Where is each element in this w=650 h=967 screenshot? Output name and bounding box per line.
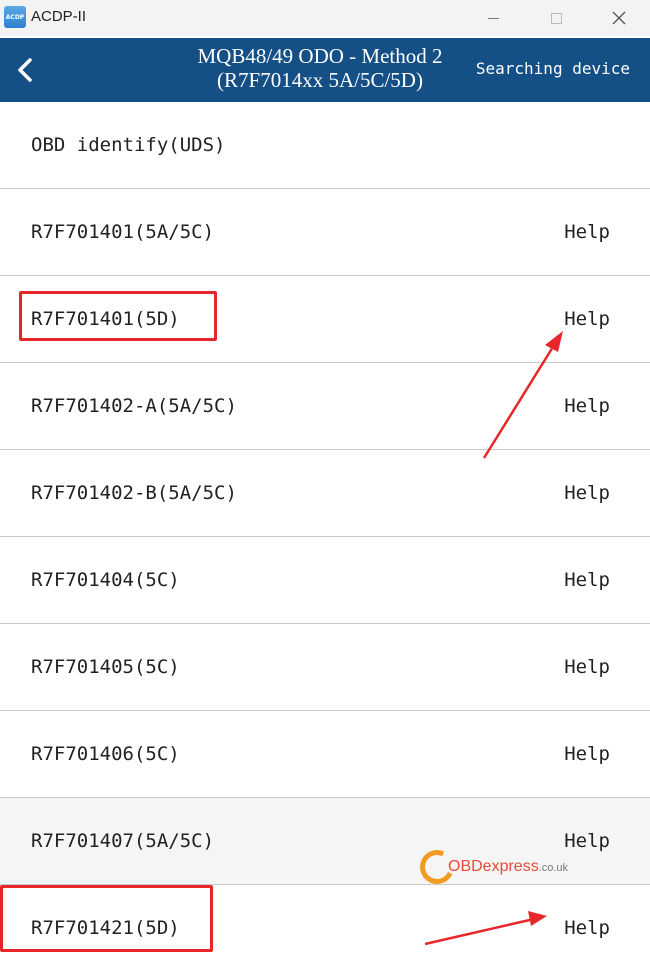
list-item-label: R7F701402-B(5A/5C) [31,482,237,504]
list-item-label: R7F701404(5C) [31,569,180,591]
window-title: ACDP-II [31,8,87,25]
list-item-label: OBD identify(UDS) [31,134,226,156]
page-title: MQB48/49 ODO - Method 2 (R7F7014xx 5A/5C… [150,44,490,92]
list-item[interactable]: R7F701402-A(5A/5C) Help [0,363,650,450]
list-item[interactable]: R7F701401(5D) Help [0,276,650,363]
page-title-line1: MQB48/49 ODO - Method 2 [197,44,443,68]
chevron-left-icon [18,58,32,82]
watermark-brand: OBDexpress [448,858,539,875]
help-link[interactable]: Help [564,656,610,678]
watermark-text: OBDexpress.co.uk [448,858,568,876]
minimize-icon [487,17,499,19]
list-item[interactable]: R7F701421(5D) Help [0,885,650,967]
app-header: MQB48/49 ODO - Method 2 (R7F7014xx 5A/5C… [0,38,650,102]
list-item-label: R7F701407(5A/5C) [31,830,215,852]
close-icon [612,11,626,25]
maximize-icon [550,12,562,24]
list-item[interactable]: OBD identify(UDS) [0,102,650,189]
help-link[interactable]: Help [564,482,610,504]
module-list: OBD identify(UDS) R7F701401(5A/5C) Help … [0,102,650,967]
app-logo-text: ACDP [5,13,25,21]
list-item[interactable]: R7F701405(5C) Help [0,624,650,711]
list-item-label: R7F701402-A(5A/5C) [31,395,237,417]
back-button[interactable] [10,52,40,88]
help-link[interactable]: Help [564,395,610,417]
help-link[interactable]: Help [564,917,610,939]
list-item-label: R7F701406(5C) [31,743,180,765]
help-link[interactable]: Help [564,743,610,765]
help-link[interactable]: Help [564,308,610,330]
watermark: OBDexpress.co.uk [415,845,590,889]
page-title-line2: (R7F7014xx 5A/5C/5D) [217,68,423,92]
list-item[interactable]: R7F701404(5C) Help [0,537,650,624]
list-item[interactable]: R7F701401(5A/5C) Help [0,189,650,276]
list-item[interactable]: R7F701402-B(5A/5C) Help [0,450,650,537]
window-titlebar: ACDP ACDP-II [0,0,650,36]
list-item[interactable]: R7F701406(5C) Help [0,711,650,798]
app-logo-icon: ACDP [4,6,26,28]
list-item-label: R7F701401(5A/5C) [31,221,215,243]
close-button[interactable] [596,0,642,36]
help-link[interactable]: Help [564,569,610,591]
minimize-button[interactable] [470,0,516,36]
maximize-button[interactable] [533,0,579,36]
list-item-label: R7F701401(5D) [31,308,180,330]
help-link[interactable]: Help [564,221,610,243]
device-status: Searching device [475,59,630,78]
list-item-label: R7F701421(5D) [31,917,180,939]
watermark-suffix: .co.uk [538,862,569,874]
list-item-label: R7F701405(5C) [31,656,180,678]
